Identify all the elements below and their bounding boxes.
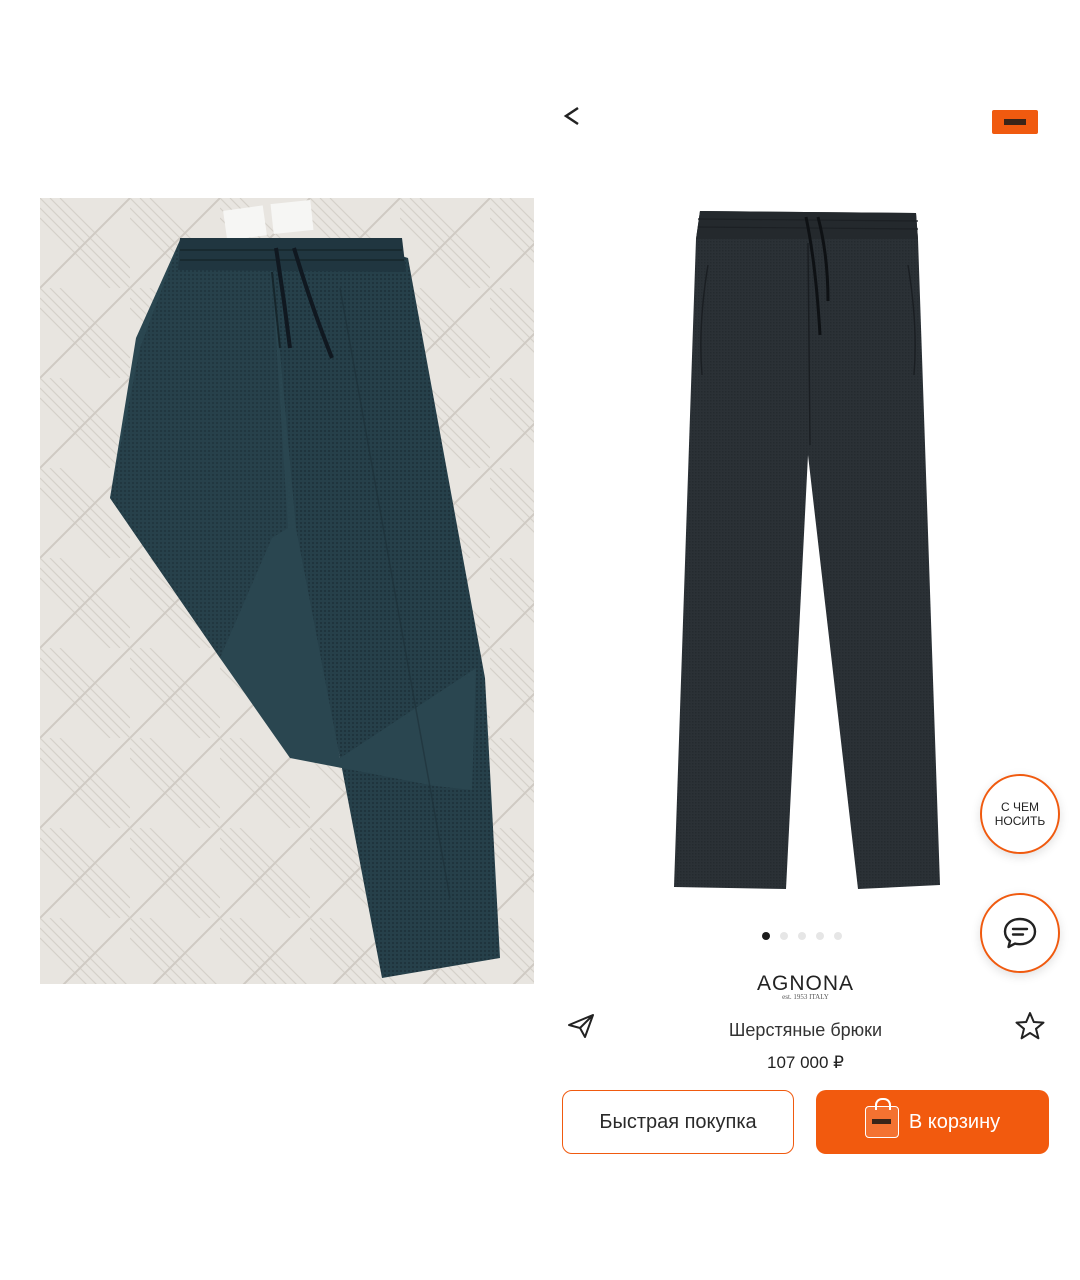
cart-badge-icon[interactable]	[992, 110, 1038, 134]
pagination-dot[interactable]	[834, 932, 842, 940]
pagination-dot[interactable]	[816, 932, 824, 940]
pants-photo-illustration	[40, 198, 534, 984]
star-outline-icon[interactable]	[1014, 1010, 1046, 1042]
chevron-left-icon[interactable]	[558, 102, 586, 130]
gallery-pagination[interactable]	[762, 932, 842, 940]
pagination-dot[interactable]	[780, 932, 788, 940]
shopping-bag-icon	[864, 1098, 899, 1138]
what-to-wear-line1: С ЧЕМ	[1001, 800, 1039, 814]
pagination-dot[interactable]	[762, 932, 770, 940]
product-page: AGNONA est. 1953 ITALY Шерстяные брюки 1…	[548, 100, 1080, 1180]
chat-bubble-icon	[1003, 917, 1037, 949]
quick-buy-button[interactable]: Быстрая покупка	[562, 1090, 794, 1154]
add-to-cart-button[interactable]: В корзину	[816, 1090, 1049, 1154]
product-title: Шерстяные брюки	[728, 1020, 883, 1040]
brand-tagline: est. 1953 ITALY	[782, 993, 829, 1001]
product-image[interactable]	[668, 205, 948, 895]
chat-button[interactable]	[980, 893, 1060, 973]
what-to-wear-button[interactable]: С ЧЕМ НОСИТЬ	[980, 774, 1060, 854]
product-price: 107 000 ₽	[767, 1053, 844, 1072]
add-to-cart-label: В корзину	[908, 1110, 1001, 1133]
what-to-wear-line2: НОСИТЬ	[994, 814, 1046, 828]
customer-photo	[40, 198, 534, 984]
pagination-dot[interactable]	[798, 932, 806, 940]
